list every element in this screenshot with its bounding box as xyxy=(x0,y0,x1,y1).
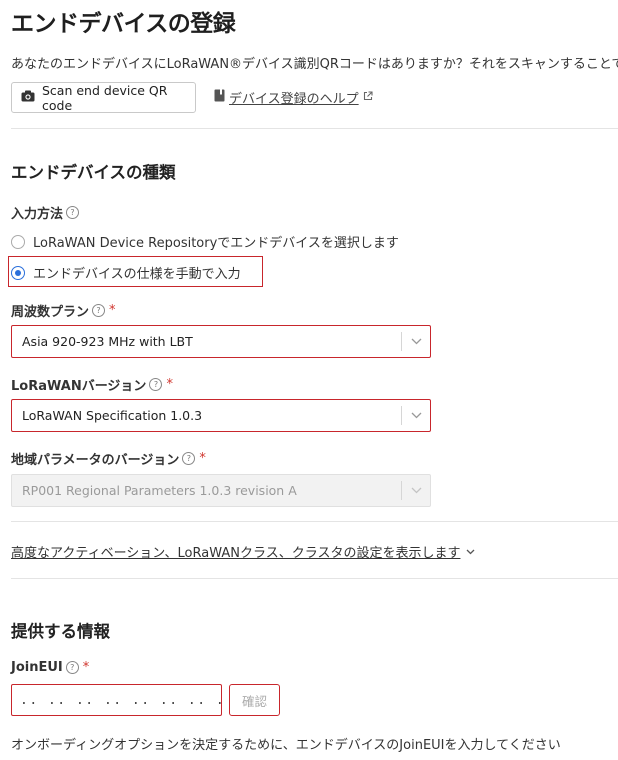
lorawan-version-value: LoRaWAN Specification 1.0.3 xyxy=(22,408,203,423)
radio-button[interactable] xyxy=(11,234,25,249)
advanced-settings-link[interactable]: 高度なアクティベーション、LoRaWANクラス、クラスタの設定を表示します xyxy=(11,542,475,561)
lorawan-version-select[interactable]: LoRaWAN Specification 1.0.3 xyxy=(11,399,431,432)
frequency-plan-value: Asia 920-923 MHz with LBT xyxy=(22,334,193,349)
external-link-icon xyxy=(363,90,373,105)
radio-option-label: エンドデバイスの仕様を手動で入力 xyxy=(33,267,241,282)
chevron-down-icon[interactable] xyxy=(402,338,430,345)
help-icon[interactable]: ? xyxy=(182,452,196,465)
scan-qr-button-label: Scan end device QR code xyxy=(42,82,168,113)
page-title: エンドデバイスの登録 xyxy=(11,11,236,37)
required-mark: * xyxy=(199,451,206,466)
book-icon xyxy=(214,89,225,106)
section-heading-device-type: エンドデバイスの種類 xyxy=(11,163,176,182)
camera-icon xyxy=(21,90,35,105)
radio-button-selected[interactable] xyxy=(11,265,25,280)
lorawan-version-label: LoRaWANバージョン ? * xyxy=(11,375,173,394)
divider xyxy=(11,578,618,579)
help-icon[interactable]: ? xyxy=(66,206,80,219)
chevron-down-icon[interactable] xyxy=(402,412,430,419)
scan-qr-button[interactable]: Scan end device QR code xyxy=(11,82,196,113)
frequency-plan-label: 周波数プラン ? * xyxy=(11,301,116,320)
joineui-label: JoinEUI ? * xyxy=(11,660,89,675)
help-icon[interactable]: ? xyxy=(149,378,163,391)
intro-text: あなたのエンドデバイスにLoRaWAN®デバイス識別QRコードはありますか？それ… xyxy=(11,57,618,72)
required-mark: * xyxy=(82,660,90,675)
section-heading-provided-info: 提供する情報 xyxy=(11,622,110,641)
help-icon[interactable]: ? xyxy=(65,661,79,674)
frequency-plan-select[interactable]: Asia 920-923 MHz with LBT xyxy=(11,325,431,358)
regional-params-label-text: 地域パラメータのバージョン xyxy=(11,453,180,468)
divider xyxy=(11,521,618,522)
confirm-button[interactable]: 確認 xyxy=(229,684,280,716)
radio-option-label: LoRaWAN Device Repositoryでエンドデバイスを選択します xyxy=(33,236,399,251)
advanced-settings-link-text: 高度なアクティベーション、LoRaWANクラス、クラスタの設定を表示します xyxy=(11,546,461,561)
frequency-plan-label-text: 周波数プラン xyxy=(11,305,90,320)
lorawan-version-label-text: LoRaWANバージョン xyxy=(11,379,147,394)
radio-option-repository[interactable]: LoRaWAN Device Repositoryでエンドデバイスを選択します xyxy=(11,232,399,251)
joineui-label-text: JoinEUI xyxy=(11,660,63,675)
regional-params-select: RP001 Regional Parameters 1.0.3 revision… xyxy=(11,474,431,507)
chevron-down-icon xyxy=(466,544,475,559)
regional-params-label: 地域パラメータのバージョン ? * xyxy=(11,449,206,468)
regional-params-value: RP001 Regional Parameters 1.0.3 revision… xyxy=(22,483,297,498)
input-method-label-text: 入力方法 xyxy=(11,207,64,222)
input-method-label: 入力方法 ? xyxy=(11,203,80,222)
device-registration-help-link[interactable]: デバイス登録のヘルプ xyxy=(214,88,373,107)
joineui-input[interactable]: .. .. .. .. .. .. .. .. xyxy=(11,684,222,716)
required-mark: * xyxy=(109,303,116,318)
radio-option-manual[interactable]: エンドデバイスの仕様を手動で入力 xyxy=(11,263,241,282)
required-mark: * xyxy=(166,377,173,392)
divider xyxy=(11,128,618,129)
help-icon[interactable]: ? xyxy=(92,304,106,317)
help-link-label: デバイス登録のヘルプ xyxy=(229,92,359,107)
joineui-description: オンボーディングオプションを決定するために、エンドデバイスのJoinEUIを入力… xyxy=(11,738,561,753)
chevron-down-icon xyxy=(402,487,430,494)
